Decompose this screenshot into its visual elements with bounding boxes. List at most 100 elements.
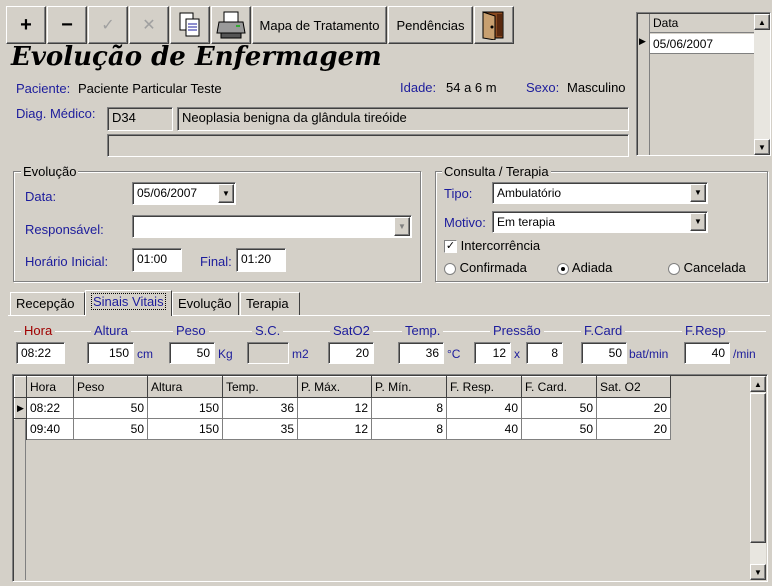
radio-cancelada-label: Cancelada bbox=[683, 260, 746, 275]
remove-button[interactable]: − bbox=[47, 6, 87, 44]
tab-terapia[interactable]: Terapia bbox=[240, 292, 300, 315]
motivo-value: Em terapia bbox=[497, 215, 556, 229]
chevron-down-icon[interactable]: ▼ bbox=[394, 217, 410, 236]
date-list-scrollbar[interactable]: ▲ ▼ bbox=[754, 14, 770, 155]
radio-confirmada-label: Confirmada bbox=[459, 260, 527, 275]
scroll-up-arrow-icon[interactable]: ▲ bbox=[754, 14, 770, 30]
scroll-up-arrow-icon[interactable]: ▲ bbox=[750, 376, 766, 392]
evolucao-data-label: Data: bbox=[25, 189, 57, 204]
evolucao-data-combo[interactable]: 05/06/2007 ▼ bbox=[132, 182, 236, 205]
column-header[interactable]: F. Card. bbox=[521, 376, 597, 398]
intercorrencia-checkbox[interactable]: ✓ Intercorrência bbox=[444, 238, 540, 254]
table-cell[interactable]: 50 bbox=[521, 418, 597, 440]
confirm-button[interactable]: ✓ bbox=[88, 6, 128, 44]
vital-sc-field[interactable] bbox=[247, 342, 289, 364]
checkmark-icon: ✓ bbox=[101, 17, 115, 34]
column-header[interactable]: Temp. bbox=[222, 376, 298, 398]
responsavel-combo[interactable]: ▼ bbox=[132, 215, 412, 238]
table-cell[interactable]: 35 bbox=[222, 418, 298, 440]
exit-button[interactable] bbox=[474, 6, 514, 44]
table-cell[interactable]: 12 bbox=[297, 418, 372, 440]
pendencias-button[interactable]: Pendências bbox=[388, 6, 473, 44]
vital-pressao-min-field[interactable]: 8 bbox=[526, 342, 563, 364]
vital-fresp-field[interactable]: 40 bbox=[684, 342, 730, 364]
vital-peso-field[interactable]: 50 bbox=[169, 342, 215, 364]
table-cell[interactable]: 150 bbox=[147, 397, 223, 419]
row-indicator-header bbox=[14, 376, 27, 398]
table-row[interactable]: 09:40 50 150 35 12 8 40 50 20 bbox=[14, 418, 671, 440]
column-header[interactable]: Sat. O2 bbox=[596, 376, 671, 398]
horario-inicial-field[interactable]: 01:00 bbox=[132, 248, 182, 272]
vital-temp-field[interactable]: 36 bbox=[398, 342, 444, 364]
cancel-x-icon: ✕ bbox=[142, 17, 156, 34]
vital-sato2-field[interactable]: 20 bbox=[328, 342, 374, 364]
vital-fcard-field[interactable]: 50 bbox=[581, 342, 627, 364]
tipo-combo[interactable]: Ambulatório ▼ bbox=[492, 182, 708, 204]
idade-value: 54 a 6 m bbox=[446, 80, 497, 95]
scroll-down-arrow-icon[interactable]: ▼ bbox=[750, 564, 766, 580]
table-cell[interactable]: 12 bbox=[297, 397, 372, 419]
table-cell[interactable]: 08:22 bbox=[26, 397, 74, 419]
column-header[interactable]: Altura bbox=[147, 376, 223, 398]
radio-unselected-icon bbox=[668, 262, 680, 275]
table-cell[interactable]: 20 bbox=[596, 397, 671, 419]
vital-sc-unit: m2 bbox=[292, 347, 309, 361]
table-row[interactable]: ▶ 08:22 50 150 36 12 8 40 50 20 bbox=[14, 397, 671, 419]
add-button[interactable]: + bbox=[6, 6, 46, 44]
chevron-down-icon[interactable]: ▼ bbox=[690, 213, 706, 231]
column-header[interactable]: P. Máx. bbox=[297, 376, 372, 398]
vital-altura-field[interactable]: 150 bbox=[87, 342, 134, 364]
date-list-header: Data bbox=[650, 14, 754, 33]
motivo-label: Motivo: bbox=[444, 215, 486, 230]
sexo-label: Sexo: bbox=[526, 80, 560, 95]
vital-fresp-label: F.Resp bbox=[682, 323, 729, 338]
vital-hora-field[interactable]: 08:22 bbox=[16, 342, 65, 364]
print-button[interactable] bbox=[211, 6, 251, 44]
chevron-down-icon[interactable]: ▼ bbox=[218, 184, 234, 203]
tab-sinais-vitais[interactable]: Sinais Vitais bbox=[85, 290, 172, 316]
diag-medico-label: Diag. Médico: bbox=[16, 106, 96, 121]
date-list-item[interactable]: 05/06/2007 bbox=[650, 34, 754, 54]
vital-pressao-max-field[interactable]: 12 bbox=[474, 342, 511, 364]
table-cell[interactable]: 8 bbox=[371, 418, 447, 440]
table-cell[interactable]: 09:40 bbox=[26, 418, 74, 440]
radio-cancelada[interactable]: Cancelada bbox=[668, 260, 746, 275]
table-cell[interactable]: 50 bbox=[521, 397, 597, 419]
table-cell[interactable]: 50 bbox=[73, 418, 148, 440]
tab-evolucao[interactable]: Evolução bbox=[172, 292, 239, 315]
radio-confirmada[interactable]: Confirmada bbox=[444, 260, 527, 275]
column-header[interactable]: Peso bbox=[73, 376, 148, 398]
cancel-button[interactable]: ✕ bbox=[129, 6, 169, 44]
chevron-down-icon[interactable]: ▼ bbox=[690, 184, 706, 202]
column-header[interactable]: F. Resp. bbox=[446, 376, 522, 398]
table-cell[interactable]: 50 bbox=[73, 397, 148, 419]
diag-extra-field[interactable] bbox=[107, 134, 629, 157]
table-cell[interactable]: 40 bbox=[446, 418, 522, 440]
horario-final-field[interactable]: 01:20 bbox=[236, 248, 286, 272]
minus-icon: − bbox=[61, 13, 73, 36]
vital-peso-unit: Kg bbox=[218, 347, 233, 361]
current-row-arrow-icon: ▶ bbox=[639, 36, 646, 46]
table-cell[interactable]: 36 bbox=[222, 397, 298, 419]
grid-scrollbar[interactable]: ▲ ▼ bbox=[750, 376, 766, 580]
table-cell[interactable]: 20 bbox=[596, 418, 671, 440]
copy-button[interactable] bbox=[170, 6, 210, 44]
radio-adiada[interactable]: Adiada bbox=[557, 260, 612, 275]
diag-code-field[interactable]: D34 bbox=[107, 107, 173, 131]
table-cell[interactable]: 40 bbox=[446, 397, 522, 419]
mapa-tratamento-button[interactable]: Mapa de Tratamento bbox=[252, 6, 387, 44]
vitals-grid[interactable]: Hora Peso Altura Temp. P. Máx. P. Mín. F… bbox=[12, 374, 768, 582]
vital-fcard-label: F.Card bbox=[581, 323, 626, 338]
tab-recepcao[interactable]: Recepção bbox=[10, 292, 85, 315]
motivo-combo[interactable]: Em terapia ▼ bbox=[492, 211, 708, 233]
table-cell[interactable]: 8 bbox=[371, 397, 447, 419]
diag-description-field[interactable]: Neoplasia benigna da glândula tireóide bbox=[177, 107, 629, 131]
scroll-down-arrow-icon[interactable]: ▼ bbox=[754, 139, 770, 155]
date-list[interactable]: Data ▶ 05/06/2007 ▲ ▼ bbox=[636, 12, 771, 156]
column-header[interactable]: Hora bbox=[26, 376, 74, 398]
column-header[interactable]: P. Mín. bbox=[371, 376, 447, 398]
exit-door-icon bbox=[482, 11, 504, 40]
table-cell[interactable]: 150 bbox=[147, 418, 223, 440]
evolucao-data-value: 05/06/2007 bbox=[137, 186, 198, 200]
scrollbar-thumb[interactable] bbox=[750, 393, 766, 543]
